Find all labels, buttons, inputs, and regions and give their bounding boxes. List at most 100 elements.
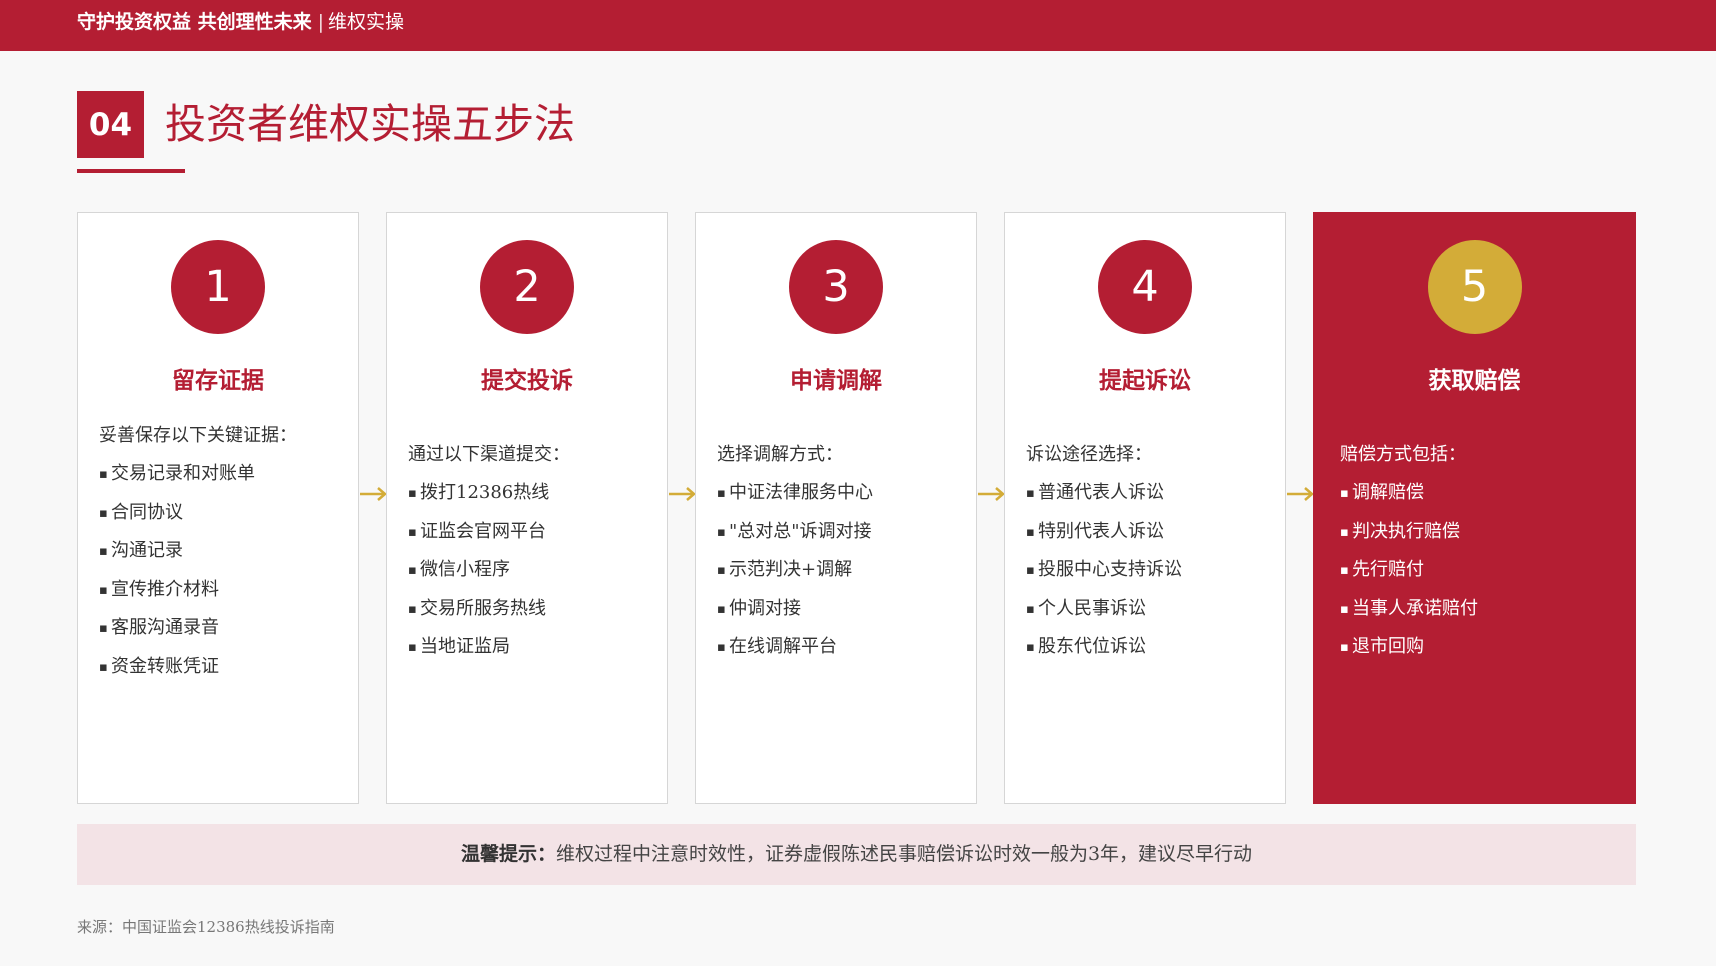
bullet-icon: ▪ xyxy=(1026,563,1035,578)
list-item-text: 证监会官网平台 xyxy=(420,520,546,542)
step-card-4: 4 提起诉讼 诉讼途径选择： ▪ 普通代表人诉讼 ▪ 特别代表人诉讼 ▪ 投服中心支持… xyxy=(1004,212,1286,804)
list-item-text: 股东代位诉讼 xyxy=(1038,636,1146,657)
list-item-text: 特别代表人诉讼 xyxy=(1038,520,1164,542)
list-item: ▪ 证监会官网平台 xyxy=(408,513,657,552)
bullet-icon: ▪ xyxy=(717,486,726,501)
bullet-icon: ▪ xyxy=(408,563,417,578)
list-item-text: 交易所服务热线 xyxy=(420,597,546,619)
list-item: ▪ 微信小程序 xyxy=(408,551,657,590)
arrow-right-icon xyxy=(360,487,387,501)
arrow-right-icon xyxy=(978,487,1005,501)
list-item: ▪ 当事人承诺赔付 xyxy=(1340,590,1625,629)
banner-text: 守护投资权益 共创理性未来 | 维权实操 xyxy=(77,0,404,44)
list-item: ▪ 中证法律服务中心 xyxy=(717,474,966,513)
bullet-icon: ▪ xyxy=(717,601,726,617)
tip-label: 温馨提示： xyxy=(460,843,556,865)
list-item-text: 中证法律服务中心 xyxy=(729,482,873,503)
step-title: 获取赔偿 xyxy=(1428,367,1521,394)
source-note: 来源：中国证监会12386热线投诉指南 xyxy=(77,918,335,936)
step-card-2: 2 提交投诉 通过以下渠道提交： ▪ 拨打12386热线 ▪ 证监会官网平台 ▪ 微信… xyxy=(386,212,668,804)
step-intro: 妥善保存以下关键证据： xyxy=(99,425,297,446)
list-item: ▪ 调解赔偿 xyxy=(1340,474,1625,513)
step-card-3: 3 申请调解 选择调解方式： ▪ 中证法律服务中心 ▪ "总对总"诉调对接 ▪ 示范判… xyxy=(695,212,977,804)
list-item-text: 先行赔付 xyxy=(1352,559,1424,580)
list-item-text: 个人民事诉讼 xyxy=(1038,597,1146,619)
list-item: ▪ 沟通记录 xyxy=(99,532,348,571)
title-underline xyxy=(77,169,185,173)
bullet-icon: ▪ xyxy=(408,524,417,540)
list-item-text: 资金转账凭证 xyxy=(111,655,219,677)
list-item-text: 投服中心支持诉讼 xyxy=(1038,559,1182,580)
list-item: ▪ 先行赔付 xyxy=(1340,551,1625,590)
step-number-circle: 2 xyxy=(480,240,574,334)
list-item-text: "总对总"诉调对接 xyxy=(729,520,872,542)
arrow-right-icon xyxy=(669,487,696,501)
bullet-icon: ▪ xyxy=(1340,640,1349,655)
step-list: ▪ 中证法律服务中心 ▪ "总对总"诉调对接 ▪ 示范判决+调解 ▪ 仲调对接 ▪ 在线调… xyxy=(717,474,966,667)
bullet-icon: ▪ xyxy=(408,640,417,655)
step-number-circle: 1 xyxy=(171,240,265,334)
list-item-text: 普通代表人诉讼 xyxy=(1038,482,1164,503)
bullet-icon: ▪ xyxy=(1340,601,1349,617)
bullet-icon: ▪ xyxy=(99,467,108,482)
list-item-text: 仲调对接 xyxy=(729,597,801,619)
list-item-text: 客服沟通录音 xyxy=(111,617,219,638)
step-content: 妥善保存以下关键证据： ▪ 交易记录和对账单 ▪ 合同协议 ▪ 沟通记录 ▪ 宣传推介材… xyxy=(99,417,348,686)
list-item-text: 微信小程序 xyxy=(420,559,510,580)
step-content: 赔偿方式包括： ▪ 调解赔偿 ▪ 判决执行赔偿 ▪ 先行赔付 ▪ 当事人承诺赔付 ▪ 退市… xyxy=(1340,436,1625,667)
bullet-icon: ▪ xyxy=(1026,486,1035,501)
list-item: ▪ "总对总"诉调对接 xyxy=(717,513,966,552)
step-intro: 通过以下渠道提交： xyxy=(408,444,570,465)
step-number-circle: 4 xyxy=(1098,240,1192,334)
list-item-text: 宣传推介材料 xyxy=(111,578,219,600)
bullet-icon: ▪ xyxy=(408,486,417,501)
bullet-icon: ▪ xyxy=(1340,524,1349,540)
list-item: ▪ 交易记录和对账单 xyxy=(99,455,348,494)
step-title: 提起诉讼 xyxy=(1099,367,1191,394)
list-item: ▪ 投服中心支持诉讼 xyxy=(1026,551,1275,590)
banner-subtitle: 维权实操 xyxy=(328,11,405,33)
list-item-text: 示范判决+调解 xyxy=(729,559,853,580)
step-list: ▪ 拨打12386热线 ▪ 证监会官网平台 ▪ 微信小程序 ▪ 交易所服务热线 ▪ 当地证… xyxy=(408,474,657,667)
step-card-5: 5 获取赔偿 赔偿方式包括： ▪ 调解赔偿 ▪ 判决执行赔偿 ▪ 先行赔付 ▪ 当事人承… xyxy=(1313,212,1636,804)
list-item: ▪ 资金转账凭证 xyxy=(99,648,348,687)
step-content: 选择调解方式： ▪ 中证法律服务中心 ▪ "总对总"诉调对接 ▪ 示范判决+调解 ▪ 仲… xyxy=(717,436,966,667)
bullet-icon: ▪ xyxy=(1026,640,1035,655)
step-intro: 诉讼途径选择： xyxy=(1026,444,1152,465)
step-intro: 选择调解方式： xyxy=(717,444,843,465)
step-title: 申请调解 xyxy=(790,367,882,394)
bullet-icon: ▪ xyxy=(408,601,417,617)
step-intro: 赔偿方式包括： xyxy=(1340,444,1466,465)
step-content: 诉讼途径选择： ▪ 普通代表人诉讼 ▪ 特别代表人诉讼 ▪ 投服中心支持诉讼 ▪ 个人民… xyxy=(1026,436,1275,667)
list-item: ▪ 交易所服务热线 xyxy=(408,590,657,629)
list-item: ▪ 拨打12386热线 xyxy=(408,474,657,513)
list-item: ▪ 客服沟通录音 xyxy=(99,609,348,648)
top-banner: 守护投资权益 共创理性未来 | 维权实操 xyxy=(0,0,1716,51)
bullet-icon: ▪ xyxy=(1340,563,1349,578)
list-item: ▪ 宣传推介材料 xyxy=(99,571,348,610)
tip-text: 维权过程中注意时效性，证券虚假陈述民事赔偿诉讼时效一般为3年，建议尽早行动 xyxy=(555,843,1253,865)
bullet-icon: ▪ xyxy=(717,640,726,655)
step-list: ▪ 交易记录和对账单 ▪ 合同协议 ▪ 沟通记录 ▪ 宣传推介材料 ▪ 客服沟通录音 ▪ 资… xyxy=(99,455,348,686)
list-item: ▪ 特别代表人诉讼 xyxy=(1026,513,1275,552)
step-list: ▪ 普通代表人诉讼 ▪ 特别代表人诉讼 ▪ 投服中心支持诉讼 ▪ 个人民事诉讼 ▪ 股东代… xyxy=(1026,474,1275,667)
bullet-icon: ▪ xyxy=(1340,486,1349,501)
list-item-text: 在线调解平台 xyxy=(729,636,837,657)
tip-box: 温馨提示：维权过程中注意时效性，证券虚假陈述民事赔偿诉讼时效一般为3年，建议尽早… xyxy=(77,824,1636,885)
list-item: ▪ 当地证监局 xyxy=(408,628,657,667)
list-item: ▪ 合同协议 xyxy=(99,494,348,533)
list-item: ▪ 判决执行赔偿 xyxy=(1340,513,1625,552)
step-content: 通过以下渠道提交： ▪ 拨打12386热线 ▪ 证监会官网平台 ▪ 微信小程序 ▪ 交易… xyxy=(408,436,657,667)
list-item-text: 交易记录和对账单 xyxy=(111,463,255,484)
bullet-icon: ▪ xyxy=(717,524,726,540)
arrow-right-icon xyxy=(1287,487,1314,501)
bullet-icon: ▪ xyxy=(99,621,108,636)
step-title: 提交投诉 xyxy=(481,367,573,394)
list-item: ▪ 个人民事诉讼 xyxy=(1026,590,1275,629)
step-number-circle: 3 xyxy=(789,240,883,334)
list-item-text: 拨打12386热线 xyxy=(420,482,550,503)
list-item: ▪ 示范判决+调解 xyxy=(717,551,966,590)
bullet-icon: ▪ xyxy=(99,659,108,675)
page-title: 投资者维权实操五步法 xyxy=(165,100,575,148)
banner-separator: | xyxy=(317,11,325,33)
